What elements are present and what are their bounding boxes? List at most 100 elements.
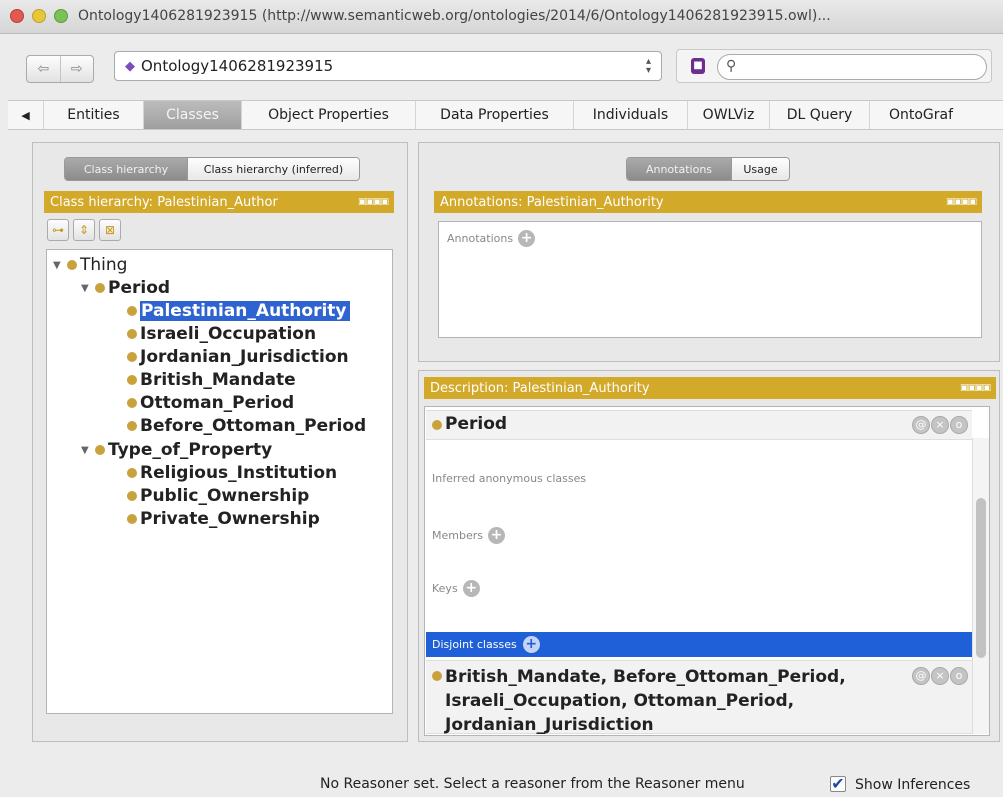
delete-class-icon[interactable]: ⊠ bbox=[99, 219, 121, 241]
annotations-row: Annotations + bbox=[447, 230, 536, 247]
tab-entities[interactable]: Entities bbox=[44, 101, 144, 129]
tree-node-religious-institution[interactable]: Religious_Institution bbox=[127, 462, 337, 484]
tree-node-british-mandate[interactable]: British_Mandate bbox=[127, 369, 296, 391]
keys-row: Keys + bbox=[432, 580, 480, 597]
class-icon bbox=[127, 375, 137, 385]
class-icon bbox=[127, 468, 137, 478]
view-controls-icon[interactable]: ▣▣▣▣ bbox=[946, 197, 977, 207]
search-input[interactable] bbox=[746, 58, 976, 73]
hierarchy-view-switch: Class hierarchy Class hierarchy (inferre… bbox=[64, 157, 360, 181]
search-box[interactable]: ⚲ bbox=[717, 54, 987, 80]
disjoint-classes-entry: British_Mandate, Before_Ottoman_Period, … bbox=[432, 665, 846, 737]
tab-dl-query[interactable]: DL Query bbox=[770, 101, 870, 129]
tree-node-private-ownership[interactable]: Private_Ownership bbox=[127, 508, 320, 530]
zoom-window-button[interactable] bbox=[54, 9, 68, 23]
add-subclass-icon[interactable]: ⊶ bbox=[47, 219, 69, 241]
ontology-icon: ◆ bbox=[125, 58, 135, 74]
annotations-label: Annotations bbox=[447, 232, 514, 245]
tab-bar: ◀ Entities Classes Object Properties Dat… bbox=[8, 100, 1003, 130]
add-annotation-icon[interactable]: + bbox=[518, 230, 536, 247]
toolbar: ⇦ ⇨ ◆ Ontology1406281923915 ▴ ▾ ■ ⚲ bbox=[0, 35, 1003, 97]
description-header: Description: Palestinian_Authority ▣▣▣▣ bbox=[424, 377, 996, 399]
show-inferences-checkbox[interactable]: ✔ bbox=[830, 776, 846, 792]
tab-ontograf[interactable]: OntoGraf bbox=[870, 101, 972, 129]
expand-triangle-icon[interactable]: ▼ bbox=[81, 445, 95, 456]
back-arrow-icon[interactable]: ⇦ bbox=[27, 56, 60, 82]
search-icon: ⚲ bbox=[726, 58, 737, 74]
tab-object-properties[interactable]: Object Properties bbox=[242, 101, 416, 129]
tab-owlviz[interactable]: OWLViz bbox=[688, 101, 770, 129]
usage-view-button[interactable]: Usage bbox=[731, 158, 789, 180]
view-controls-icon[interactable]: ▣▣▣▣ bbox=[960, 383, 991, 393]
description-header-title: Description: Palestinian_Authority bbox=[430, 380, 650, 396]
disjoint-classes-row[interactable]: British_Mandate, Before_Ottoman_Period, … bbox=[426, 660, 972, 737]
edit-icon[interactable]: o bbox=[950, 416, 968, 434]
expand-triangle-icon[interactable]: ▼ bbox=[81, 283, 95, 294]
search-group: ■ ⚲ bbox=[676, 49, 992, 83]
add-key-icon[interactable]: + bbox=[462, 580, 480, 597]
expand-triangle-icon[interactable]: ▼ bbox=[53, 260, 67, 271]
forward-arrow-icon[interactable]: ⇨ bbox=[59, 56, 94, 82]
class-hierarchy-header-title: Class hierarchy: Palestinian_Author bbox=[50, 194, 278, 210]
delete-icon[interactable]: × bbox=[931, 667, 949, 685]
annotations-area: Annotations + bbox=[438, 221, 982, 338]
hierarchy-toolbar: ⊶ ⇕ ⊠ bbox=[47, 219, 121, 241]
status-bar: No Reasoner set. Select a reasoner from … bbox=[0, 770, 1003, 797]
scrollbar-thumb[interactable] bbox=[976, 498, 986, 658]
show-inferences-label[interactable]: Show Inferences bbox=[855, 777, 970, 793]
class-icon bbox=[127, 491, 137, 501]
keys-label: Keys bbox=[432, 582, 458, 595]
tree-node-type-of-property[interactable]: ▼ Type_of_Property bbox=[81, 439, 272, 461]
superclass-row[interactable]: Period @ × o bbox=[426, 410, 972, 440]
edit-icon[interactable]: o bbox=[950, 667, 968, 685]
disjoint-classes-list: British_Mandate, Before_Ottoman_Period, … bbox=[445, 665, 846, 737]
entity-search-icon[interactable]: ■ bbox=[691, 58, 705, 74]
tab-individuals[interactable]: Individuals bbox=[574, 101, 688, 129]
add-disjoint-class-icon[interactable]: + bbox=[522, 636, 540, 653]
annotations-view-button[interactable]: Annotations bbox=[627, 158, 731, 180]
close-window-button[interactable] bbox=[10, 9, 24, 23]
tree-node-palestinian-authority[interactable]: Palestinian_Authority bbox=[127, 300, 350, 322]
class-icon bbox=[127, 398, 137, 408]
class-icon bbox=[67, 260, 77, 270]
tree-node-before-ottoman-period[interactable]: Before_Ottoman_Period bbox=[127, 415, 366, 437]
tree-node-ottoman-period[interactable]: Ottoman_Period bbox=[127, 392, 294, 414]
disjoint-classes-header[interactable]: Disjoint classes + bbox=[426, 632, 972, 657]
tree-node-israeli-occupation[interactable]: Israeli_Occupation bbox=[127, 323, 316, 345]
title-bar: Ontology1406281923915 (http://www.semant… bbox=[0, 0, 1003, 34]
tree-node-thing[interactable]: ▼ Thing bbox=[53, 254, 127, 276]
view-controls-icon[interactable]: ▣▣▣▣ bbox=[358, 197, 389, 207]
superclass-entry: Period bbox=[432, 414, 507, 434]
reasoner-status-text: No Reasoner set. Select a reasoner from … bbox=[320, 776, 745, 792]
class-icon bbox=[127, 352, 137, 362]
minimize-window-button[interactable] bbox=[32, 9, 46, 23]
annotations-view-switch: Annotations Usage bbox=[626, 157, 790, 181]
tree-node-jordanian-jurisdiction[interactable]: Jordanian_Jurisdiction bbox=[127, 346, 349, 368]
class-icon bbox=[127, 306, 137, 316]
class-icon bbox=[127, 421, 137, 431]
superclass-label: Period bbox=[445, 414, 508, 434]
tree-node-period[interactable]: ▼ Period bbox=[81, 277, 170, 299]
class-icon bbox=[95, 283, 105, 293]
info-icon[interactable]: @ bbox=[912, 416, 930, 434]
add-member-icon[interactable]: + bbox=[487, 527, 505, 544]
class-tree: ▼ Thing ▼ Period Palestinian_Authority Isr… bbox=[46, 249, 393, 714]
superclass-row-buttons: @ × o bbox=[912, 416, 968, 434]
window-title: Ontology1406281923915 (http://www.semant… bbox=[78, 8, 831, 24]
delete-icon[interactable]: × bbox=[931, 416, 949, 434]
disjoint-row-buttons: @ × o bbox=[912, 667, 968, 685]
tree-node-public-ownership[interactable]: Public_Ownership bbox=[127, 485, 309, 507]
ontology-selector[interactable]: ◆ Ontology1406281923915 ▴ ▾ bbox=[114, 51, 662, 81]
inferred-hierarchy-view-button[interactable]: Class hierarchy (inferred) bbox=[187, 158, 359, 180]
info-icon[interactable]: @ bbox=[912, 667, 930, 685]
tab-classes[interactable]: Classes bbox=[144, 101, 242, 129]
class-icon bbox=[127, 514, 137, 524]
tab-data-properties[interactable]: Data Properties bbox=[416, 101, 574, 129]
class-icon bbox=[95, 445, 105, 455]
add-sibling-icon[interactable]: ⇕ bbox=[73, 219, 95, 241]
tab-scroll-left-icon[interactable]: ◀ bbox=[8, 101, 44, 129]
class-icon bbox=[432, 671, 442, 681]
class-hierarchy-view-button[interactable]: Class hierarchy bbox=[65, 158, 187, 180]
members-label: Members bbox=[432, 529, 483, 542]
description-scrollbar[interactable] bbox=[972, 438, 989, 734]
